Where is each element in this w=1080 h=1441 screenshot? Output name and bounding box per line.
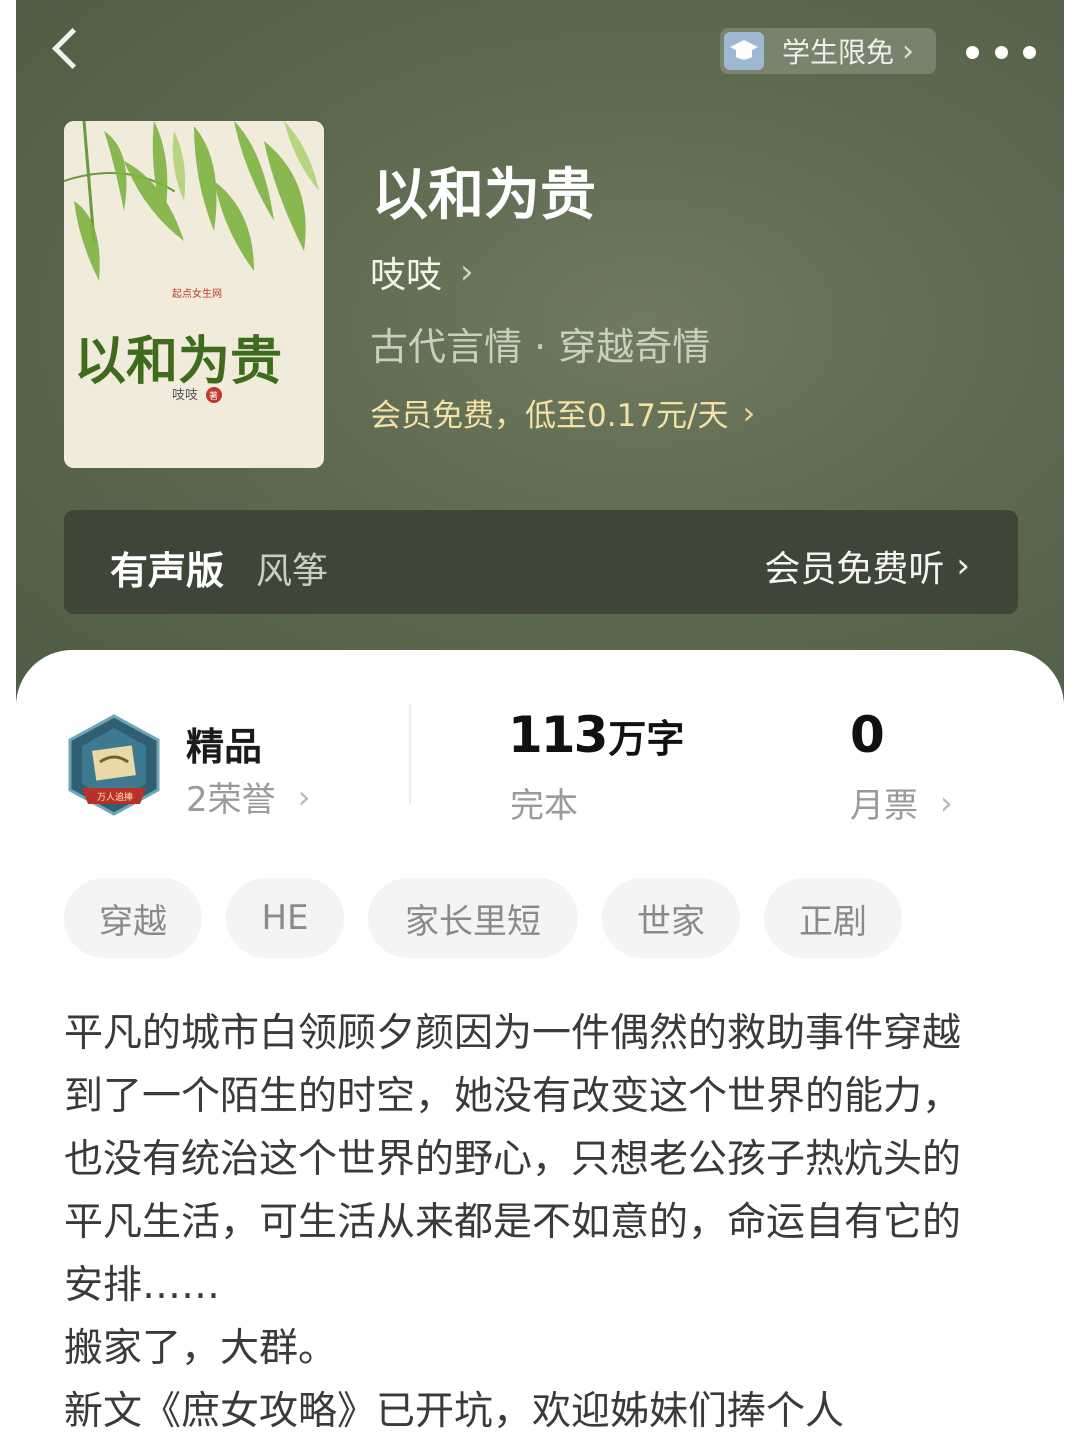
cover-calligraphy: 以和为贵 — [74, 331, 282, 392]
word-count: 113万字 — [508, 706, 684, 764]
word-count-number: 113 — [508, 706, 608, 764]
tag-chip[interactable]: 正剧 — [764, 878, 902, 958]
student-free-badge[interactable]: 学生限免 › — [720, 28, 936, 74]
honors-link[interactable]: 2荣誉 › — [186, 772, 310, 821]
graduation-cap-icon — [724, 32, 764, 70]
description-paragraph: 平凡的城市白领顾夕颜因为一件偶然的救助事件穿越到了一个陌生的时空，她没有改变这个… — [64, 1011, 962, 1308]
genre-line: 古代言情 · 穿越奇情 — [370, 325, 711, 369]
tag-chip[interactable]: 家长里短 — [368, 878, 578, 958]
author-link[interactable]: 吱吱 › — [370, 246, 474, 298]
tag-chip[interactable]: HE — [226, 878, 344, 958]
page-edge-left — [0, 0, 16, 1441]
stats-divider — [409, 704, 411, 804]
word-count-unit: 万字 — [608, 717, 685, 761]
cover-author: 吱吱 — [172, 388, 198, 403]
monthly-ticket-link[interactable]: 月票 › — [850, 778, 953, 827]
honor-badge-icon[interactable]: 万人追捧 — [64, 714, 164, 818]
completion-status: 完本 — [510, 786, 578, 826]
chevron-right-icon: › — [460, 252, 474, 292]
more-dots-icon[interactable] — [966, 34, 1036, 70]
audio-label: 有声版 — [110, 549, 225, 593]
book-description: 平凡的城市白领顾夕颜因为一件偶然的救助事件穿越到了一个陌生的时空，她没有改变这个… — [64, 1002, 994, 1441]
audio-version-bar[interactable]: 有声版 风筝 会员免费听 › — [64, 510, 1018, 614]
description-paragraph: 搬家了，大群。 — [64, 1326, 338, 1371]
chevron-right-icon: › — [742, 393, 756, 432]
tag-chip[interactable]: 世家 — [602, 878, 740, 958]
publisher-label: 起点女生网 — [172, 287, 222, 300]
tag-chip[interactable]: 穿越 — [64, 878, 202, 958]
vip-offer-link[interactable]: 会员免费，低至0.17元/天 › — [370, 390, 755, 435]
chevron-right-icon: › — [956, 546, 970, 586]
honors-count: 2荣誉 — [186, 780, 276, 820]
vip-offer-text: 会员免费，低至0.17元/天 — [370, 398, 729, 434]
badge-text: 万人追捧 — [97, 791, 133, 803]
chevron-right-icon: › — [902, 33, 915, 69]
monthly-ticket-label: 月票 — [850, 786, 918, 826]
chevron-right-icon: › — [940, 783, 953, 822]
description-paragraph: 新文《庶女攻略》已开坑，欢迎姊妹们捧个人 — [64, 1389, 845, 1434]
quality-label: 精品 — [186, 725, 263, 769]
monthly-ticket-count: 0 — [850, 706, 885, 764]
back-button[interactable] — [48, 24, 108, 80]
book-detail-page: 学生限免 › 起点女生网 以和为贵 吱吱 著 以和为贵 吱吱 › 古代言情 · … — [0, 0, 1080, 1441]
page-edge-right — [1064, 0, 1080, 1441]
student-free-label: 学生限免 — [782, 36, 895, 69]
book-cover[interactable]: 起点女生网 以和为贵 吱吱 著 — [64, 121, 324, 468]
chevron-right-icon: › — [297, 777, 311, 816]
book-title: 以和为贵 — [372, 162, 596, 228]
audio-narrator: 风筝 — [256, 551, 329, 592]
audio-listen-label: 会员免费听 — [764, 549, 945, 590]
audio-listen-action: 会员免费听 › — [764, 540, 970, 592]
cover-author-suffix: 著 — [209, 390, 218, 402]
author-name: 吱吱 — [370, 255, 443, 296]
